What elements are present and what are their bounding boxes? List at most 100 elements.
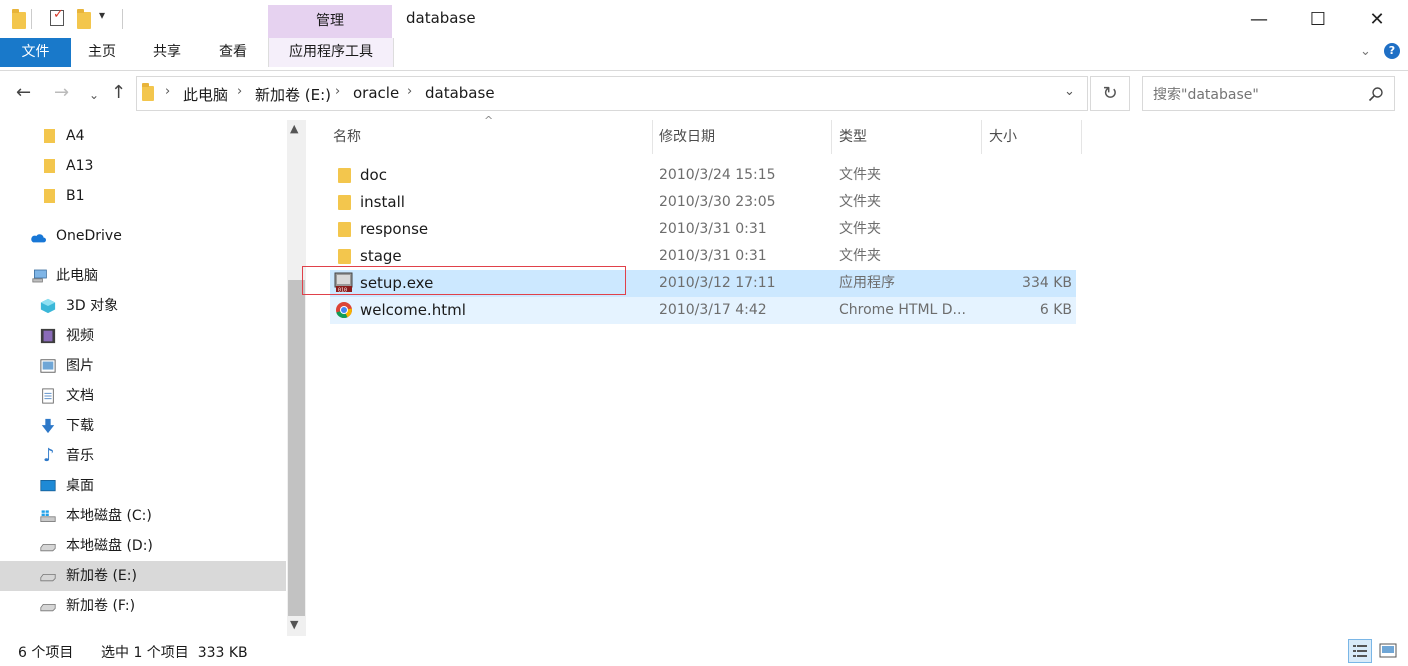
file-type: 应用程序 (839, 275, 895, 291)
up-button[interactable]: ↑ (111, 82, 126, 103)
breadcrumb-oracle[interactable]: oracle (353, 84, 399, 102)
customize-toolbar-icon[interactable]: ▾ (99, 8, 105, 22)
refresh-icon: ↻ (1102, 83, 1118, 104)
sidebar-item-label: 本地磁盘 (C:) (66, 508, 152, 524)
close-icon: ✕ (1369, 8, 1385, 30)
tab-share[interactable]: 共享 (136, 38, 198, 67)
column-header-name[interactable]: 名称 (333, 120, 361, 154)
status-bar: 6 个项目 选中 1 个项目 333 KB (0, 636, 1408, 666)
forward-button[interactable]: → (54, 82, 69, 103)
breadcrumb-separator-icon[interactable]: › (335, 84, 340, 99)
sidebar-item-label: 文档 (66, 388, 94, 404)
sidebar-item-downloads[interactable]: 下载 (0, 411, 286, 441)
sidebar-item-drive-e[interactable]: 新加卷 (E:) (0, 561, 286, 591)
column-divider[interactable] (1081, 120, 1082, 154)
search-input[interactable] (1151, 83, 1360, 107)
sidebar-item-label: B1 (66, 188, 85, 204)
scroll-up-icon[interactable]: ▲ (290, 122, 298, 135)
file-type: 文件夹 (839, 167, 881, 183)
sidebar-item-a13[interactable]: A13 (0, 151, 286, 181)
folder-icon (44, 129, 55, 143)
divider (122, 9, 123, 29)
file-type: 文件夹 (839, 221, 881, 237)
tab-view[interactable]: 查看 (202, 38, 264, 67)
sidebar-item-desktop[interactable]: 桌面 (0, 471, 286, 501)
folder-icon (44, 189, 55, 203)
sidebar-item-onedrive[interactable]: OneDrive (0, 221, 286, 251)
properties-icon[interactable]: ✓ (50, 7, 64, 26)
breadcrumb-separator-icon[interactable]: › (165, 84, 170, 99)
breadcrumb-this-pc[interactable]: 此电脑 (183, 84, 228, 105)
sidebar-item-label: 下载 (66, 418, 94, 434)
column-divider[interactable] (831, 120, 832, 154)
folder-icon (338, 249, 351, 264)
file-row-install[interactable]: install 2010/3/30 23:05 文件夹 (330, 189, 1076, 216)
column-header-type[interactable]: 类型 (839, 120, 867, 154)
sort-ascending-icon: ^ (484, 114, 494, 127)
minimize-button[interactable]: — (1230, 0, 1288, 38)
sidebar-scrollbar-thumb[interactable] (288, 280, 305, 616)
folder-icon (44, 159, 55, 173)
file-name: welcome.html (360, 301, 466, 319)
column-divider[interactable] (652, 120, 653, 154)
ribbon-expand-icon[interactable]: ⌄ (1360, 44, 1371, 59)
sidebar-item-this-pc[interactable]: 此电脑 (0, 261, 286, 291)
new-folder-icon[interactable] (77, 9, 91, 29)
file-name: response (360, 220, 429, 238)
sidebar-item-music[interactable]: ♪ 音乐 (0, 441, 286, 471)
details-view-icon (1353, 645, 1367, 657)
sidebar-item-b1[interactable]: B1 (0, 181, 286, 211)
folder-icon (338, 168, 351, 183)
sidebar-item-label: A4 (66, 128, 85, 144)
sidebar-item-label: 图片 (66, 358, 94, 374)
address-history-icon[interactable]: ⌄ (1064, 84, 1075, 99)
maximize-button[interactable]: ☐ (1289, 0, 1347, 38)
large-icons-view-button[interactable] (1376, 639, 1400, 663)
scroll-down-icon[interactable]: ▼ (290, 618, 298, 631)
sidebar-item-pictures[interactable]: 图片 (0, 351, 286, 381)
music-icon: ♪ (43, 445, 55, 466)
column-header-size[interactable]: 大小 (989, 120, 1017, 154)
file-row-response[interactable]: response 2010/3/31 0:31 文件夹 (330, 216, 1076, 243)
tab-file[interactable]: 文件 (0, 38, 71, 67)
breadcrumb-drive-e[interactable]: 新加卷 (E:) (255, 84, 331, 105)
sidebar-item-drive-f[interactable]: 新加卷 (F:) (0, 591, 286, 621)
sidebar-item-videos[interactable]: 视频 (0, 321, 286, 351)
sidebar-item-label: 3D 对象 (66, 298, 119, 314)
sidebar-item-a4[interactable]: A4 (0, 121, 286, 151)
tab-home[interactable]: 主页 (71, 38, 133, 67)
sidebar-item-label: 桌面 (66, 478, 94, 494)
sidebar-item-3d-objects[interactable]: 3D 对象 (0, 291, 286, 321)
minimize-icon: — (1250, 8, 1268, 30)
breadcrumb-separator-icon[interactable]: › (237, 84, 242, 99)
documents-icon (42, 388, 54, 404)
maximize-icon: ☐ (1309, 8, 1327, 30)
help-icon[interactable]: ? (1384, 43, 1400, 59)
drive-icon (40, 604, 56, 612)
file-row-welcome-html[interactable]: welcome.html 2010/3/17 4:42 Chrome HTML … (330, 297, 1076, 324)
refresh-button[interactable]: ↻ (1090, 76, 1130, 111)
sidebar-item-documents[interactable]: 文档 (0, 381, 286, 411)
file-size: 6 KB (1039, 302, 1072, 318)
column-header-date[interactable]: 修改日期 (659, 120, 715, 154)
back-button[interactable]: ← (16, 82, 31, 103)
status-selection: 选中 1 个项目 333 KB (101, 645, 248, 661)
sidebar-item-drive-d[interactable]: 本地磁盘 (D:) (0, 531, 286, 561)
large-icons-view-icon (1379, 643, 1397, 658)
column-divider[interactable] (981, 120, 982, 154)
recent-locations-icon[interactable]: ⌄ (89, 88, 99, 102)
highlight-annotation (302, 266, 626, 295)
breadcrumb-database[interactable]: database (425, 84, 495, 102)
breadcrumb-separator-icon[interactable]: › (407, 84, 412, 99)
manage-context-tab[interactable]: 管理 (268, 5, 392, 38)
search-icon[interactable] (1368, 86, 1384, 102)
file-row-doc[interactable]: doc 2010/3/24 15:15 文件夹 (330, 162, 1076, 189)
sidebar-item-label: 音乐 (66, 448, 94, 464)
sidebar-item-drive-c[interactable]: 本地磁盘 (C:) (0, 501, 286, 531)
close-button[interactable]: ✕ (1348, 0, 1406, 38)
search-box[interactable] (1142, 76, 1395, 111)
tab-application-tools[interactable]: 应用程序工具 (268, 38, 394, 67)
details-view-button[interactable] (1348, 639, 1372, 663)
file-date: 2010/3/31 0:31 (659, 221, 767, 237)
window-title: database (406, 9, 476, 27)
